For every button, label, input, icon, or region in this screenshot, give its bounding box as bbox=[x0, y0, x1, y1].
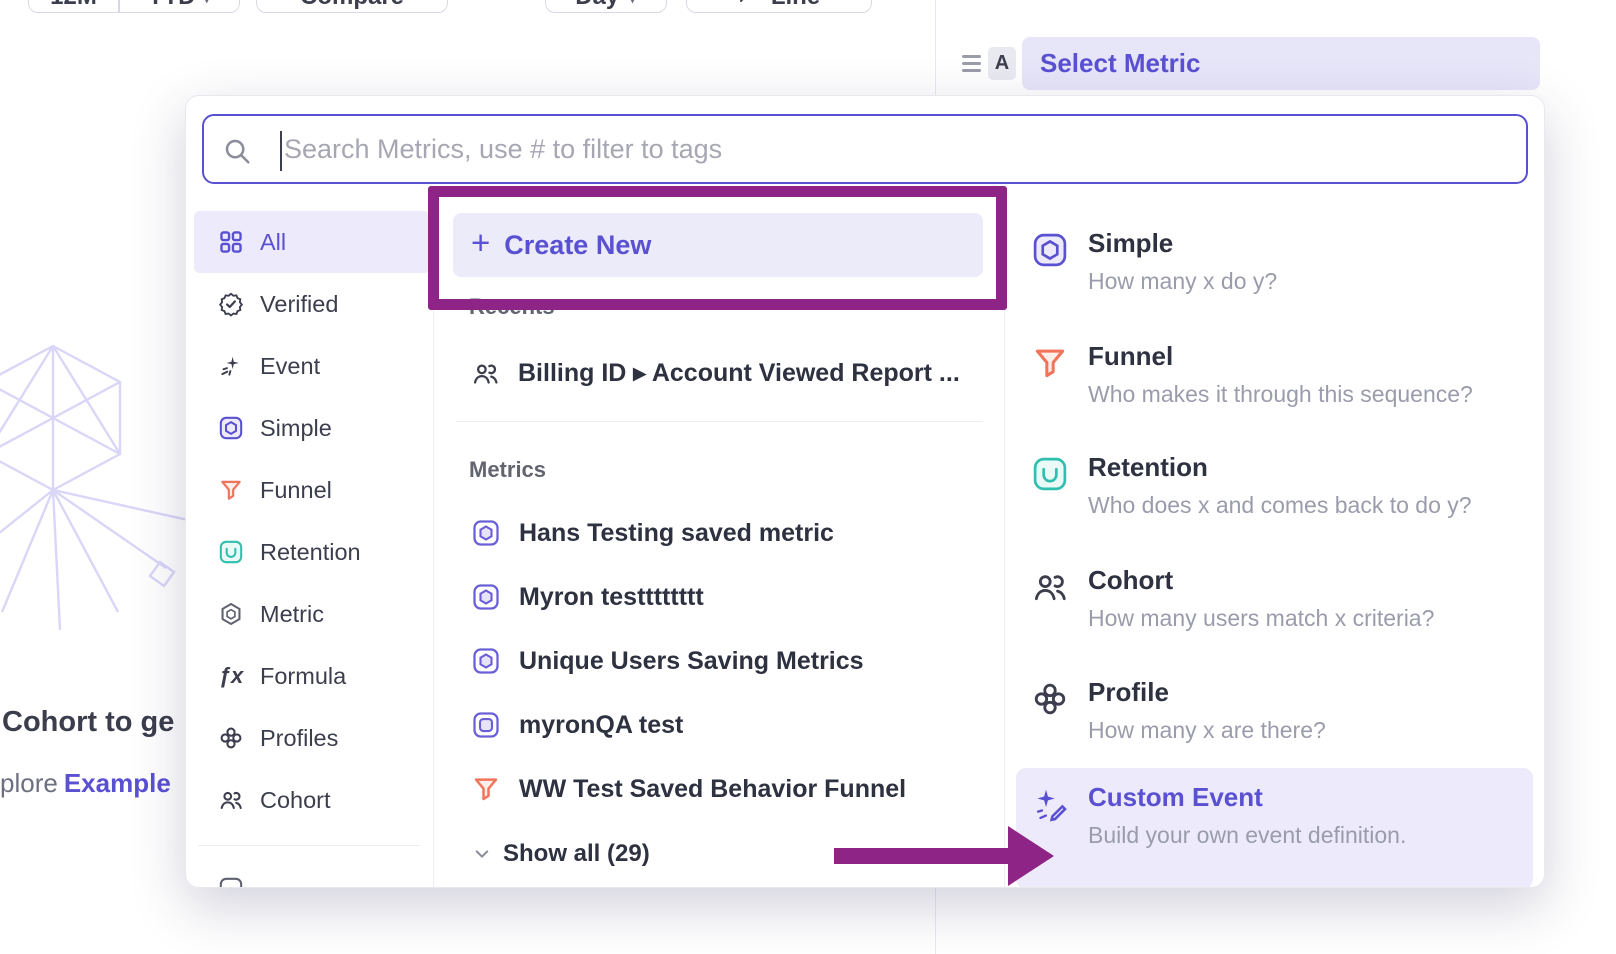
sidebar-item-retention[interactable]: Retention bbox=[194, 521, 430, 583]
grid-icon bbox=[218, 229, 244, 255]
search-box bbox=[202, 114, 1528, 184]
sidebar-item-partial[interactable] bbox=[194, 858, 430, 888]
chevron-down-icon: ▾ bbox=[628, 0, 637, 11]
sidebar-item-formula[interactable]: ƒx Formula bbox=[194, 645, 430, 707]
recents-header: Recents bbox=[469, 294, 555, 320]
saved-board-icon bbox=[471, 710, 501, 740]
chart-type-line-button[interactable]: Line bbox=[686, 0, 872, 13]
sidebar-item-event[interactable]: Event bbox=[194, 335, 430, 397]
select-metric-field[interactable]: Select Metric bbox=[1022, 37, 1540, 90]
profiles-flower-icon bbox=[218, 725, 244, 751]
saved-metric-icon bbox=[471, 646, 501, 676]
metric-type-custom-event[interactable]: Custom EventBuild your own event definit… bbox=[1016, 768, 1533, 888]
metric-type-profile[interactable]: ProfileHow many x are there? bbox=[1016, 663, 1533, 767]
interval-day-button[interactable]: Day▾ bbox=[545, 0, 667, 13]
saved-metric-icon bbox=[471, 582, 501, 612]
custom-event-icon bbox=[1031, 782, 1071, 888]
metric-hexagon-icon bbox=[218, 601, 244, 627]
cohort-people-icon bbox=[1031, 565, 1071, 655]
drag-handle-icon[interactable] bbox=[962, 55, 981, 72]
metric-list-item[interactable]: Myron testttttttt bbox=[453, 565, 983, 629]
example-reports-link[interactable]: Example bbox=[64, 768, 171, 798]
event-spark-icon bbox=[218, 353, 244, 379]
metric-list-item[interactable]: WW Test Saved Behavior Funnel bbox=[453, 757, 983, 821]
empty-state-headline-fragment: Cohort to ge bbox=[2, 706, 174, 739]
plus-icon: + bbox=[471, 228, 490, 258]
sidebar-item-all[interactable]: All bbox=[194, 211, 430, 273]
retention-icon bbox=[218, 539, 244, 565]
app-window: 12M YTD▾ Compare Day▾ Line Cohort to ge … bbox=[0, 0, 1616, 954]
show-all-button[interactable]: Show all (29) bbox=[473, 836, 650, 872]
metric-type-cohort[interactable]: CohortHow many users match x criteria? bbox=[1016, 551, 1533, 655]
rounded-square-icon bbox=[218, 876, 244, 888]
sidebar-item-verified[interactable]: Verified bbox=[194, 273, 430, 335]
sidebar-item-simple[interactable]: Simple bbox=[194, 397, 430, 459]
divider bbox=[456, 421, 983, 422]
funnel-icon bbox=[471, 774, 501, 804]
create-new-button[interactable]: + Create New bbox=[453, 213, 983, 277]
sidebar-item-metric[interactable]: Metric bbox=[194, 583, 430, 645]
metric-list-item[interactable]: myronQA test bbox=[453, 693, 983, 757]
category-sidebar: All Verified Event Simple Funnel Retenti… bbox=[186, 211, 432, 888]
metric-type-retention[interactable]: RetentionWho does x and comes back to do… bbox=[1016, 438, 1533, 542]
saved-metric-icon bbox=[471, 518, 501, 548]
divider bbox=[198, 845, 420, 846]
metric-row-letter-badge: A bbox=[988, 47, 1016, 80]
funnel-icon bbox=[218, 477, 244, 503]
cohort-people-icon bbox=[471, 359, 500, 388]
simple-metric-icon bbox=[218, 415, 244, 441]
line-chart-icon bbox=[738, 0, 762, 11]
compare-button[interactable]: Compare bbox=[256, 0, 448, 13]
metric-type-simple[interactable]: SimpleHow many x do y? bbox=[1016, 214, 1533, 318]
metric-picker-modal: All Verified Event Simple Funnel Retenti… bbox=[185, 95, 1545, 888]
cohort-people-icon bbox=[218, 787, 244, 813]
date-range-segmented-control: 12M YTD▾ bbox=[28, 0, 240, 13]
search-input[interactable] bbox=[204, 116, 1526, 182]
formula-icon: ƒx bbox=[218, 663, 244, 689]
funnel-icon bbox=[1031, 341, 1071, 431]
simple-metric-icon bbox=[1031, 228, 1071, 318]
metrics-header: Metrics bbox=[469, 457, 546, 483]
metric-list-item[interactable]: Hans Testing saved metric bbox=[453, 501, 983, 565]
sidebar-item-funnel[interactable]: Funnel bbox=[194, 459, 430, 521]
column-divider bbox=[1004, 196, 1005, 888]
retention-icon bbox=[1031, 452, 1071, 542]
range-12m-button[interactable]: 12M bbox=[29, 0, 118, 12]
metric-type-funnel[interactable]: FunnelWho makes it through this sequence… bbox=[1016, 327, 1533, 431]
chevron-down-icon: ▾ bbox=[202, 0, 211, 11]
verified-badge-icon bbox=[218, 291, 244, 317]
range-ytd-button[interactable]: YTD▾ bbox=[120, 0, 240, 12]
profiles-flower-icon bbox=[1031, 677, 1071, 767]
metric-list-item[interactable]: Unique Users Saving Metrics bbox=[453, 629, 983, 693]
empty-state-explore-line: ploreExample bbox=[0, 768, 171, 799]
column-divider bbox=[433, 196, 434, 888]
sidebar-item-profiles[interactable]: Profiles bbox=[194, 707, 430, 769]
chevron-down-icon bbox=[473, 845, 491, 863]
recent-item[interactable]: Billing ID ▸ Account Viewed Report ... bbox=[453, 343, 983, 403]
sidebar-item-cohort[interactable]: Cohort bbox=[194, 769, 430, 831]
